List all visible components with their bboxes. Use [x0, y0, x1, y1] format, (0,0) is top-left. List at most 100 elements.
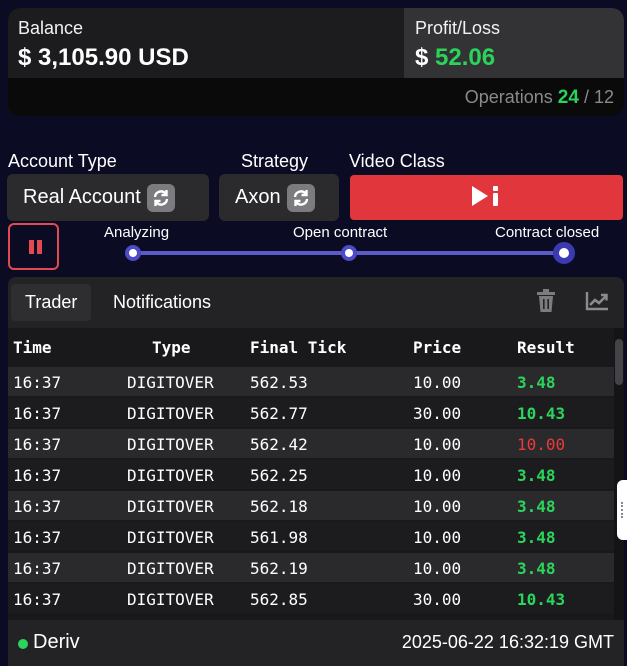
cell-price: 30.00 [413, 404, 462, 423]
status-bar: Deriv 2025-06-22 16:32:19 GMT [8, 620, 624, 666]
cell-result: 3.48 [517, 466, 556, 485]
header-time: Time [13, 338, 52, 357]
cell-type: DIGITOVER [127, 435, 214, 454]
profit-loss-label: Profit/Loss [415, 18, 501, 38]
cell-price: 10.00 [413, 497, 462, 516]
trades-panel: Trader Notifications Time Type Final Tic… [8, 277, 624, 666]
tab-notifications[interactable]: Notifications [99, 284, 225, 321]
cell-type: DIGITOVER [127, 590, 214, 609]
connection-status-dot [18, 639, 28, 649]
cell-type: DIGITOVER [127, 559, 214, 578]
server-time: 2025-06-22 16:32:19 GMT [401, 632, 614, 652]
pause-button[interactable] [8, 223, 59, 270]
cell-price: 10.00 [413, 528, 462, 547]
table-row: 16:37 DIGITOVER 562.85 30.00 10.43 [8, 584, 614, 613]
account-type-value: Real Account [23, 186, 141, 208]
table-row: 16:37 DIGITOVER 562.25 10.00 3.48 [8, 460, 614, 489]
cell-final-tick: 562.18 [250, 497, 308, 516]
step-analyzing-dot [125, 245, 141, 261]
cell-type: DIGITOVER [127, 466, 214, 485]
table-row: 16:37 DIGITOVER 562.77 30.00 10.43 [8, 398, 614, 427]
cell-time: 16:37 [13, 373, 62, 392]
operations-separator: / [583, 87, 589, 107]
table-row: 16:37 DIGITOVER 562.19 10.00 3.48 [8, 553, 614, 582]
refresh-icon[interactable] [146, 183, 175, 212]
cell-result: 3.48 [517, 528, 556, 547]
table-row: 16:37 DIGITOVER 562.42 10.00 10.00 [8, 429, 614, 458]
cell-result: 10.43 [517, 404, 566, 423]
cell-time: 16:37 [13, 497, 62, 516]
operations-label: Operations [464, 87, 553, 107]
video-class-button[interactable] [350, 175, 623, 220]
cell-result: 10.00 [517, 435, 566, 454]
strategy-value: Axon [235, 186, 281, 208]
cell-result: 3.48 [517, 559, 556, 578]
cell-result: 3.48 [517, 497, 556, 516]
trash-icon[interactable] [536, 289, 556, 318]
balance-label: Balance [18, 18, 84, 38]
step-open-contract-dot [341, 245, 357, 261]
step-contract-closed-label: Contract closed [495, 224, 600, 241]
cell-price: 30.00 [413, 590, 462, 609]
header-price: Price [413, 338, 462, 357]
cell-final-tick: 562.53 [250, 373, 308, 392]
cell-price: 10.00 [413, 466, 462, 485]
tab-trader[interactable]: Trader [11, 284, 92, 321]
operations-count: 24 [557, 87, 579, 108]
cell-final-tick: 562.19 [250, 559, 308, 578]
cell-price: 10.00 [413, 373, 462, 392]
profit-loss-amount: 52.06 [435, 44, 496, 71]
strategy-selector[interactable]: Axon [219, 174, 339, 221]
cell-time: 16:37 [13, 559, 62, 578]
table-header: Time Type Final Tick Price Result [8, 328, 614, 365]
grip-icon [621, 502, 623, 518]
cell-final-tick: 561.98 [250, 528, 308, 547]
refresh-icon[interactable] [286, 183, 315, 212]
cell-price: 10.00 [413, 435, 462, 454]
cell-final-tick: 562.25 [250, 466, 308, 485]
strategy-label: Strategy [241, 151, 309, 171]
account-type-selector[interactable]: Real Account [7, 174, 209, 221]
table-row: 16:37 DIGITOVER 562.18 10.00 3.48 [8, 491, 614, 520]
summary-card: Balance $ 3,105.90 USD Profit/Loss $ 52.… [8, 8, 624, 116]
table-row: 16:37 DIGITOVER 562.53 10.00 3.48 [8, 367, 614, 396]
cell-time: 16:37 [13, 590, 62, 609]
video-class-label: Video Class [349, 151, 445, 171]
side-drawer-handle[interactable] [617, 480, 627, 540]
operations-target: 12 [593, 87, 614, 107]
profit-loss-currency: $ [415, 44, 429, 71]
step-contract-closed-dot [553, 242, 575, 264]
cell-type: DIGITOVER [127, 373, 214, 392]
cell-time: 16:37 [13, 435, 62, 454]
cell-final-tick: 562.42 [250, 435, 308, 454]
panel-tabbar: Trader Notifications [8, 277, 624, 328]
operations-counter: Operations 24 / 12 [465, 87, 614, 109]
cell-time: 16:37 [13, 404, 62, 423]
trades-table: Time Type Final Tick Price Result 16:37 D… [8, 328, 624, 620]
step-open-contract-label: Open contract [293, 224, 388, 241]
balance-value: $ 3,105.90 USD [18, 44, 189, 71]
cell-type: DIGITOVER [127, 404, 214, 423]
step-analyzing-label: Analyzing [104, 224, 170, 241]
cell-result: 3.48 [517, 373, 556, 392]
cell-price: 10.00 [413, 559, 462, 578]
trend-chart-icon[interactable] [585, 291, 609, 316]
trading-dashboard: Balance $ 3,105.90 USD Profit/Loss $ 52.… [0, 0, 627, 666]
account-type-label: Account Type [8, 151, 117, 171]
header-result: Result [517, 338, 575, 357]
cell-time: 16:37 [13, 466, 62, 485]
balance-panel: Balance $ 3,105.90 USD [8, 8, 404, 78]
cell-final-tick: 562.85 [250, 590, 308, 609]
cell-type: DIGITOVER [127, 497, 214, 516]
profit-loss-value: $ 52.06 [415, 44, 495, 72]
cell-final-tick: 562.77 [250, 404, 308, 423]
header-type: Type [152, 338, 191, 357]
play-info-icon [470, 184, 504, 211]
table-row: 16:37 DIGITOVER 561.98 10.00 3.48 [8, 522, 614, 551]
cell-type: DIGITOVER [127, 528, 214, 547]
connection-status: Deriv [33, 631, 80, 653]
header-final-tick: Final Tick [250, 338, 347, 357]
profit-loss-panel: Profit/Loss $ 52.06 [404, 8, 624, 78]
scrollbar-thumb[interactable] [615, 339, 623, 385]
cell-result: 10.43 [517, 590, 566, 609]
